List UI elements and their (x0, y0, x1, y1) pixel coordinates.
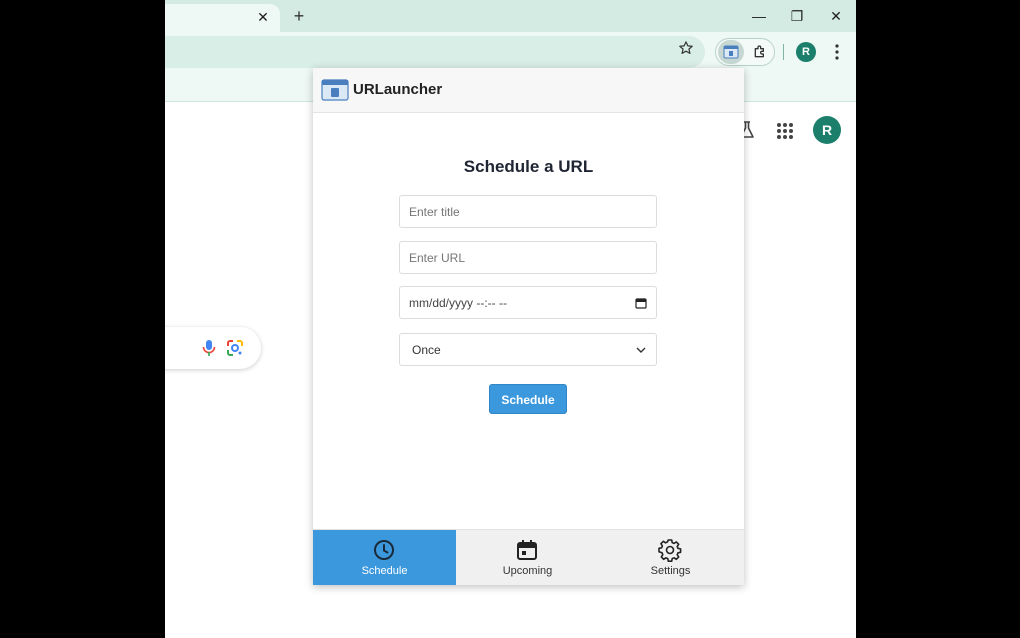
nav-settings[interactable]: Settings (599, 530, 742, 585)
address-bar[interactable] (165, 36, 705, 68)
apps-grid-icon[interactable] (774, 120, 796, 142)
nav-schedule[interactable]: Schedule (313, 530, 456, 585)
toolbar-separator (783, 44, 784, 60)
title-input[interactable] (399, 195, 657, 228)
extensions-group (715, 38, 775, 66)
form-title: Schedule a URL (463, 157, 594, 176)
urlauncher-logo-icon (321, 79, 349, 101)
bottom-nav: Schedule Upcoming Settings (313, 529, 744, 585)
bookmark-star-icon[interactable] (674, 36, 698, 60)
app-name: URLauncher (353, 81, 443, 98)
minimize-icon[interactable]: — (749, 6, 769, 26)
browser-toolbar: R (165, 32, 856, 72)
kebab-menu-icon[interactable] (825, 40, 849, 64)
schedule-button[interactable]: Schedule (489, 384, 567, 414)
gear-icon (658, 539, 682, 562)
microphone-icon[interactable] (199, 338, 219, 358)
google-account-avatar[interactable]: R (813, 116, 841, 144)
nav-label: Upcoming (502, 565, 553, 577)
google-search-box[interactable] (165, 327, 261, 369)
urlauncher-extension-icon[interactable] (718, 40, 744, 64)
profile-avatar[interactable]: R (796, 42, 816, 62)
url-input[interactable] (399, 241, 657, 274)
tab-strip: ✕ + — ❐ ✕ (165, 0, 856, 32)
close-window-icon[interactable]: ✕ (826, 6, 846, 26)
chevron-down-icon (636, 347, 646, 353)
clock-icon (374, 540, 394, 560)
tab-close-icon[interactable]: ✕ (254, 8, 272, 26)
restore-icon[interactable]: ❐ (787, 6, 807, 26)
extension-popup: URLauncher Schedule a URL mm/dd/yyyy --:… (313, 68, 744, 585)
calendar-icon (517, 540, 537, 560)
repeat-select[interactable]: Once (399, 333, 657, 366)
nav-label: Settings (650, 565, 691, 577)
puzzle-icon[interactable] (748, 40, 772, 64)
calendar-picker-icon[interactable] (635, 297, 647, 309)
datetime-placeholder: mm/dd/yyyy --:-- -- (409, 295, 507, 310)
nav-label: Schedule (361, 565, 408, 577)
google-lens-icon[interactable] (225, 338, 245, 358)
browser-tab[interactable]: ✕ (165, 4, 280, 32)
repeat-selected-value: Once (412, 342, 441, 357)
popup-header: URLauncher (313, 68, 744, 113)
nav-upcoming[interactable]: Upcoming (456, 530, 599, 585)
datetime-input[interactable]: mm/dd/yyyy --:-- -- (399, 286, 657, 319)
new-tab-button[interactable]: + (288, 6, 310, 26)
